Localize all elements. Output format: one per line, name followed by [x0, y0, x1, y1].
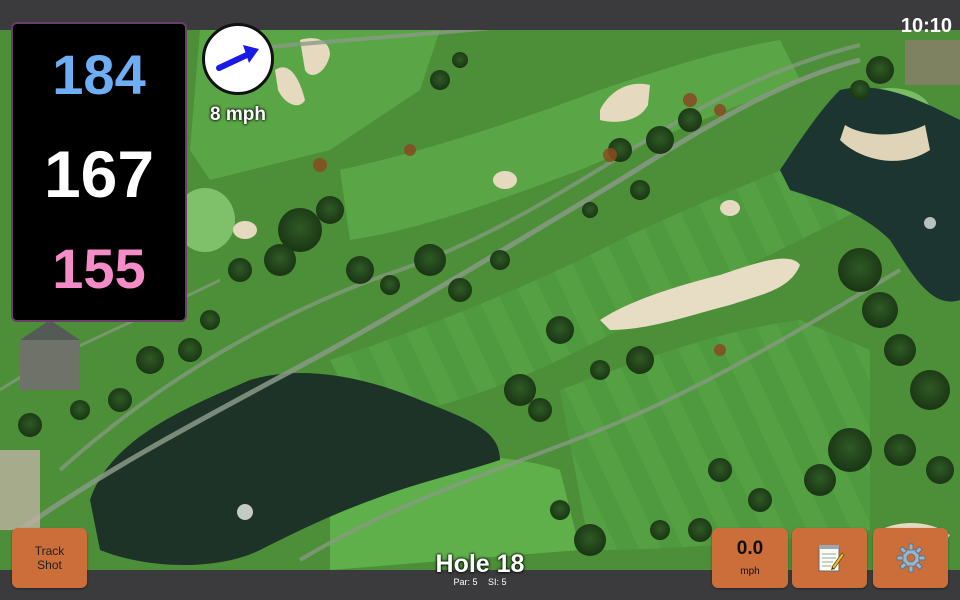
- track-shot-button[interactable]: Track Shot: [12, 528, 87, 588]
- wind-unit: mph: [740, 566, 760, 577]
- gear-icon: [896, 543, 926, 573]
- hole-si: SI: 5: [488, 577, 507, 587]
- distance-panel: 184 167 155: [11, 22, 187, 322]
- clock: 10:10: [900, 15, 952, 37]
- track-shot-label-line1: Track: [34, 544, 65, 558]
- notes-button[interactable]: [792, 528, 867, 588]
- front-distance: 155: [52, 237, 146, 300]
- wind-button[interactable]: 0.0 mph: [712, 528, 788, 588]
- wind-direction-indicator: [202, 23, 274, 95]
- hole-info: Par: 5 SI: 5: [380, 577, 580, 587]
- hole-title: Hole 18: [435, 550, 525, 578]
- notepad-icon: [818, 545, 845, 572]
- wind-value: 0.0: [736, 538, 764, 559]
- center-distance: 167: [43, 137, 155, 211]
- track-shot-label-line2: Shot: [37, 558, 62, 572]
- settings-button[interactable]: [873, 528, 948, 588]
- arrow-icon: [216, 45, 259, 71]
- back-distance: 184: [52, 43, 146, 106]
- hole-par: Par: 5: [453, 577, 478, 587]
- wind-speed-label: 8 mph: [210, 104, 266, 125]
